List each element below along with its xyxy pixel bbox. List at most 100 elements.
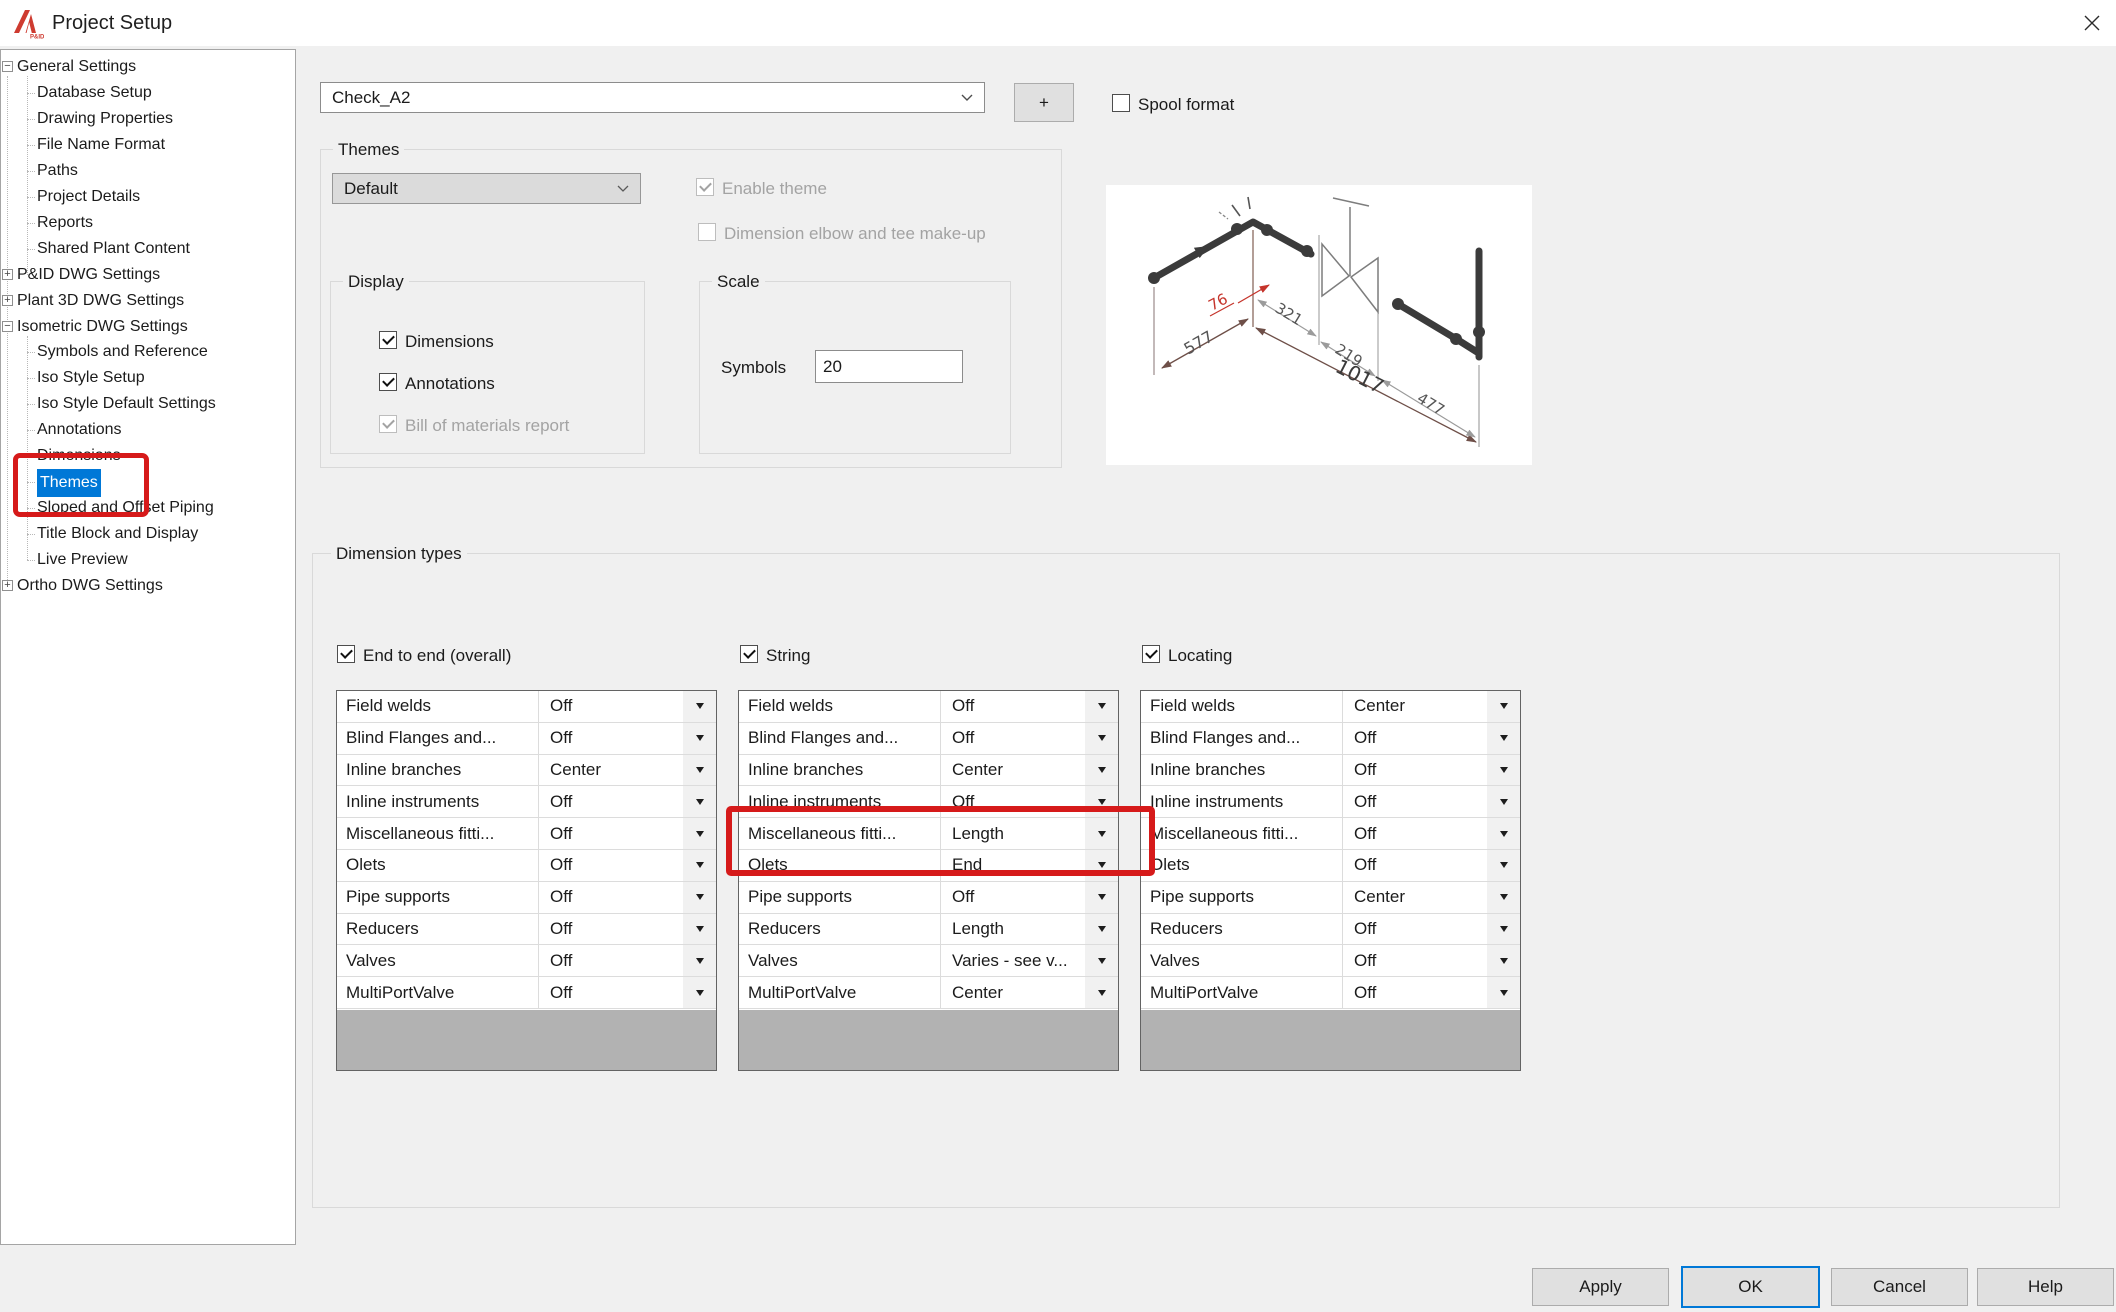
dimension-value-dropdown[interactable]: Off xyxy=(539,792,683,812)
dimension-value-dropdown[interactable]: Off xyxy=(1343,983,1487,1003)
dimension-value-dropdown[interactable]: Off xyxy=(539,855,683,875)
dimension-value-dropdown[interactable]: Varies - see v... xyxy=(941,951,1085,971)
theme-combobox[interactable]: Default xyxy=(332,173,641,204)
tree-item-shared-plant-content[interactable]: Shared Plant Content xyxy=(1,236,295,262)
dropdown-arrow-button[interactable] xyxy=(1085,691,1118,722)
dropdown-arrow-button[interactable] xyxy=(1085,914,1118,945)
tree-item-label[interactable]: P&ID DWG Settings xyxy=(17,262,160,288)
tree-item-label[interactable]: General Settings xyxy=(17,54,136,80)
ok-button[interactable]: OK xyxy=(1681,1266,1820,1308)
dropdown-arrow-button[interactable] xyxy=(1085,945,1118,976)
tree-item-label[interactable]: Plant 3D DWG Settings xyxy=(17,288,184,314)
expand-icon[interactable]: + xyxy=(2,295,13,306)
tree-item-label[interactable]: File Name Format xyxy=(37,132,165,158)
tree-item-label[interactable]: Live Preview xyxy=(37,547,128,573)
dropdown-arrow-button[interactable] xyxy=(683,977,716,1008)
dimension-value-dropdown[interactable]: Off xyxy=(941,887,1085,907)
dimension-value-dropdown[interactable]: Off xyxy=(539,951,683,971)
help-button[interactable]: Help xyxy=(1977,1268,2114,1306)
tree-item-themes[interactable]: Themes xyxy=(1,469,295,495)
end-to-end-checkbox[interactable] xyxy=(337,645,355,663)
dimension-value-dropdown[interactable]: Center xyxy=(941,760,1085,780)
tree-item-p-id-dwg-settings[interactable]: + P&ID DWG Settings xyxy=(1,262,295,288)
dropdown-arrow-button[interactable] xyxy=(1085,882,1118,913)
dropdown-arrow-button[interactable] xyxy=(1487,723,1520,754)
dimension-value-dropdown[interactable]: Off xyxy=(1343,792,1487,812)
tree-item-label[interactable]: Dimensions xyxy=(37,443,121,469)
tree-item-label[interactable]: Reports xyxy=(37,210,93,236)
tree-item-label[interactable]: Title Block and Display xyxy=(37,521,198,547)
tree-item-label[interactable]: Database Setup xyxy=(37,80,152,106)
dropdown-arrow-button[interactable] xyxy=(1487,914,1520,945)
dropdown-arrow-button[interactable] xyxy=(683,755,716,786)
string-checkbox[interactable] xyxy=(740,645,758,663)
dropdown-arrow-button[interactable] xyxy=(1085,755,1118,786)
dropdown-arrow-button[interactable] xyxy=(683,914,716,945)
dropdown-arrow-button[interactable] xyxy=(683,850,716,881)
iso-style-combobox[interactable]: Check_A2 xyxy=(320,82,985,113)
tree-item-plant-3d-dwg-settings[interactable]: + Plant 3D DWG Settings xyxy=(1,288,295,314)
dropdown-arrow-button[interactable] xyxy=(683,786,716,817)
apply-button[interactable]: Apply xyxy=(1532,1268,1669,1306)
dimension-value-dropdown[interactable]: End xyxy=(941,855,1085,875)
annotations-checkbox[interactable] xyxy=(379,373,397,391)
dropdown-arrow-button[interactable] xyxy=(683,723,716,754)
dimension-value-dropdown[interactable]: Center xyxy=(539,760,683,780)
tree-item-label[interactable]: Symbols and Reference xyxy=(37,339,208,365)
dimension-value-dropdown[interactable]: Off xyxy=(1343,919,1487,939)
tree-item-label[interactable]: Ortho DWG Settings xyxy=(17,573,163,599)
tree-item-iso-style-default-settings[interactable]: Iso Style Default Settings xyxy=(1,391,295,417)
dimension-value-dropdown[interactable]: Center xyxy=(941,983,1085,1003)
dropdown-arrow-button[interactable] xyxy=(1487,977,1520,1008)
dimension-value-dropdown[interactable]: Off xyxy=(1343,760,1487,780)
tree-item-label[interactable]: Iso Style Default Settings xyxy=(37,391,216,417)
dropdown-arrow-button[interactable] xyxy=(1085,786,1118,817)
dimension-value-dropdown[interactable]: Off xyxy=(1343,855,1487,875)
dropdown-arrow-button[interactable] xyxy=(683,945,716,976)
dimension-value-dropdown[interactable]: Off xyxy=(1343,824,1487,844)
tree-item-sloped-and-offset-piping[interactable]: Sloped and Offset Piping xyxy=(1,495,295,521)
dropdown-arrow-button[interactable] xyxy=(1487,755,1520,786)
tree-item-project-details[interactable]: Project Details xyxy=(1,184,295,210)
dropdown-arrow-button[interactable] xyxy=(1487,945,1520,976)
tree-item-label[interactable]: Themes xyxy=(37,469,101,497)
tree-item-live-preview[interactable]: Live Preview xyxy=(1,547,295,573)
tree-item-reports[interactable]: Reports xyxy=(1,210,295,236)
tree-item-label[interactable]: Sloped and Offset Piping xyxy=(37,495,214,521)
dropdown-arrow-button[interactable] xyxy=(1085,850,1118,881)
dimension-value-dropdown[interactable]: Length xyxy=(941,919,1085,939)
spool-format-checkbox[interactable] xyxy=(1112,94,1130,112)
dropdown-arrow-button[interactable] xyxy=(1487,786,1520,817)
dropdown-arrow-button[interactable] xyxy=(1085,977,1118,1008)
symbols-scale-input[interactable]: 20 xyxy=(815,350,963,383)
tree-item-drawing-properties[interactable]: Drawing Properties xyxy=(1,106,295,132)
tree-item-isometric-dwg-settings[interactable]: −Isometric DWG Settings xyxy=(1,314,295,340)
dimension-value-dropdown[interactable]: Off xyxy=(941,696,1085,716)
dropdown-arrow-button[interactable] xyxy=(1487,818,1520,849)
dropdown-arrow-button[interactable] xyxy=(683,818,716,849)
dropdown-arrow-button[interactable] xyxy=(1085,818,1118,849)
tree-item-label[interactable]: Paths xyxy=(37,158,78,184)
dimension-value-dropdown[interactable]: Off xyxy=(1343,951,1487,971)
tree-item-general-settings[interactable]: −General Settings xyxy=(1,54,295,80)
dimension-value-dropdown[interactable]: Off xyxy=(941,792,1085,812)
collapse-icon[interactable]: − xyxy=(2,61,13,72)
dimensions-checkbox[interactable] xyxy=(379,331,397,349)
expand-icon[interactable]: + xyxy=(2,269,13,280)
tree-item-dimensions[interactable]: Dimensions xyxy=(1,443,295,469)
dimension-value-dropdown[interactable]: Off xyxy=(539,824,683,844)
dimension-value-dropdown[interactable]: Length xyxy=(941,824,1085,844)
dimension-value-dropdown[interactable]: Off xyxy=(539,919,683,939)
dimension-value-dropdown[interactable]: Off xyxy=(941,728,1085,748)
tree-item-label[interactable]: Project Details xyxy=(37,184,140,210)
dimension-value-dropdown[interactable]: Off xyxy=(1343,728,1487,748)
collapse-icon[interactable]: − xyxy=(2,321,13,332)
dimension-value-dropdown[interactable]: Off xyxy=(539,728,683,748)
tree-item-ortho-dwg-settings[interactable]: +Ortho DWG Settings xyxy=(1,573,295,599)
tree-item-label[interactable]: Isometric DWG Settings xyxy=(17,314,188,340)
tree-item-title-block-and-display[interactable]: Title Block and Display xyxy=(1,521,295,547)
tree-item-paths[interactable]: Paths xyxy=(1,158,295,184)
tree-item-database-setup[interactable]: Database Setup xyxy=(1,80,295,106)
dropdown-arrow-button[interactable] xyxy=(1085,723,1118,754)
tree-item-file-name-format[interactable]: File Name Format xyxy=(1,132,295,158)
